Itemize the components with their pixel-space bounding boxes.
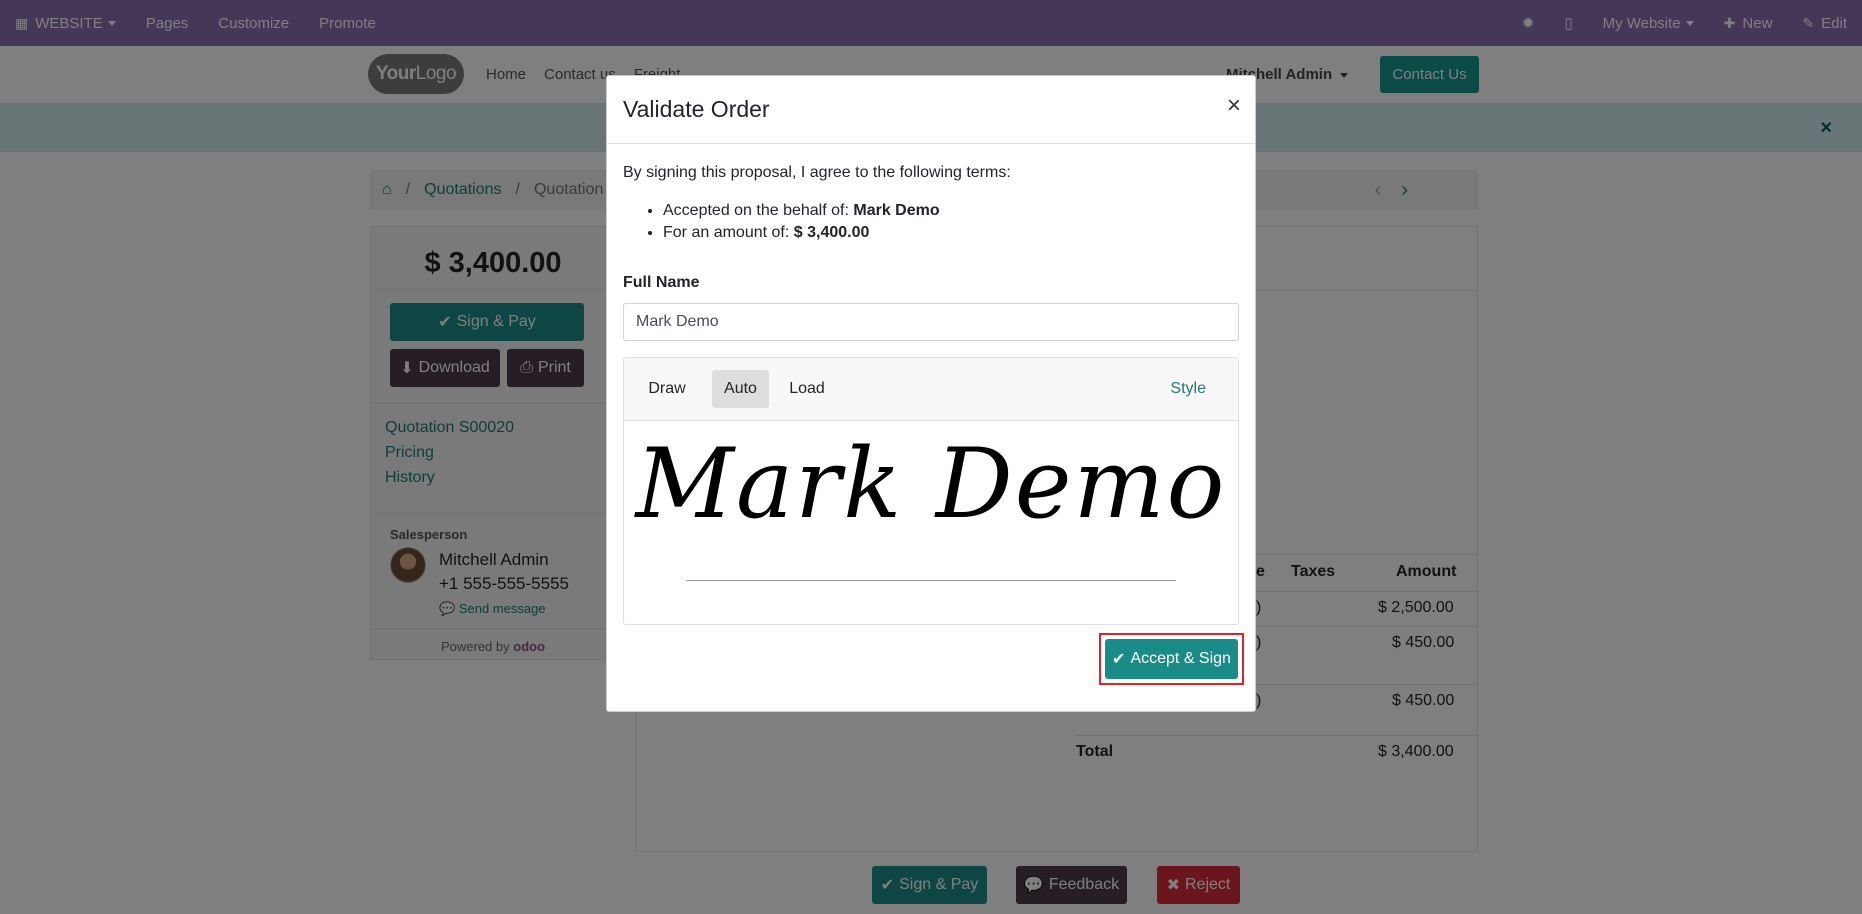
modal-title: Validate Order xyxy=(623,96,770,122)
terms-list: Accepted on the behalf of: Mark Demo For… xyxy=(647,202,940,246)
signature-box: Draw Auto Load Style Mark Demo xyxy=(623,357,1239,625)
validate-order-modal: Validate Order × By signing this proposa… xyxy=(606,75,1256,712)
accept-sign-label: Accept & Sign xyxy=(1130,650,1231,667)
tab-draw[interactable]: Draw xyxy=(640,370,694,408)
modal-header: Validate Order × xyxy=(607,76,1255,144)
full-name-label: Full Name xyxy=(623,274,700,291)
close-icon[interactable]: × xyxy=(1227,92,1241,120)
term-behalf: Accepted on the behalf of: Mark Demo xyxy=(663,202,940,220)
term-amount: For an amount of: $ 3,400.00 xyxy=(663,224,940,242)
full-name-input[interactable] xyxy=(623,303,1239,341)
term-amount-label: For an amount of: xyxy=(663,224,790,241)
check-icon: ✔ xyxy=(1112,651,1126,668)
accept-sign-button[interactable]: ✔ Accept & Sign xyxy=(1105,639,1238,679)
term-amount-value: $ 3,400.00 xyxy=(793,224,870,241)
tab-auto[interactable]: Auto xyxy=(712,370,769,408)
signature-mode-tabs: Draw Auto Load Style xyxy=(624,358,1238,421)
term-behalf-value: Mark Demo xyxy=(853,202,940,219)
style-link[interactable]: Style xyxy=(1170,380,1206,398)
accept-button-highlight: ✔ Accept & Sign xyxy=(1099,633,1244,685)
signature-baseline xyxy=(686,580,1176,581)
term-behalf-label: Accepted on the behalf of: xyxy=(663,202,849,219)
tab-load[interactable]: Load xyxy=(782,370,832,408)
signature-canvas[interactable]: Mark Demo xyxy=(624,422,1238,624)
signature-text: Mark Demo xyxy=(635,428,1227,540)
terms-intro: By signing this proposal, I agree to the… xyxy=(623,164,1011,181)
